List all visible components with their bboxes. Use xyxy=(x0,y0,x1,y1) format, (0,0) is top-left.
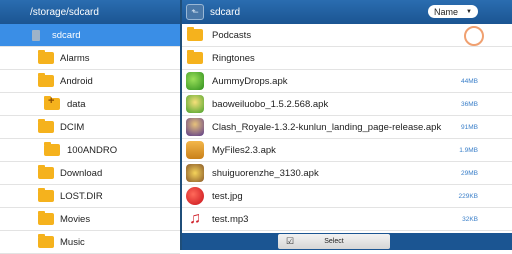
folder-icon xyxy=(186,26,204,44)
file-list-header: ⬑ sdcard Name ▼ xyxy=(182,0,512,24)
select-button[interactable]: ☑ Select xyxy=(278,234,390,249)
tree-item-label: data xyxy=(67,98,86,110)
file-size: 36MB xyxy=(461,100,478,108)
folder-icon xyxy=(44,142,60,156)
file-size: 1.9MB xyxy=(459,146,478,154)
tree-item-lost-dir[interactable]: LOST.DIR xyxy=(0,185,180,208)
checkbox-icon: ☑ xyxy=(286,236,295,246)
file-row-ringtones[interactable]: Ringtones xyxy=(182,47,512,70)
file-name: AummyDrops.apk xyxy=(212,75,288,87)
file-row-aummydrops[interactable]: AummyDrops.apk 44MB xyxy=(182,70,512,93)
sort-value: Name xyxy=(434,6,459,17)
folder-plus-icon xyxy=(44,95,60,110)
tree-item-sdcard[interactable]: sdcard xyxy=(0,24,180,47)
file-name: Podcasts xyxy=(212,29,252,41)
folder-icon xyxy=(38,73,54,87)
file-name: shuiguorenzhe_3130.apk xyxy=(212,167,319,179)
tree-item-data[interactable]: data xyxy=(0,93,180,116)
multi-select-toggle[interactable] xyxy=(464,26,484,46)
file-size: 91MB xyxy=(461,123,478,131)
tree-item-100andro[interactable]: 100ANDRO xyxy=(0,139,180,162)
music-note-icon: ♫ xyxy=(189,210,201,227)
back-arrow-icon: ⬑ xyxy=(191,6,199,17)
file-row-myfiles[interactable]: MyFiles2.3.apk 1.9MB xyxy=(182,139,512,162)
tree-item-label: Movies xyxy=(60,213,91,225)
file-name: test.jpg xyxy=(212,190,243,202)
bottom-bar: ☑ Select xyxy=(182,233,512,250)
tree-item-label: Music xyxy=(60,236,85,248)
tree-item-label: LOST.DIR xyxy=(60,190,103,202)
image-icon xyxy=(186,187,204,205)
path-bar: /storage/sdcard xyxy=(0,0,180,24)
folder-icon xyxy=(38,211,54,225)
folder-icon xyxy=(38,165,54,179)
tree-item-label: Download xyxy=(60,167,103,179)
game-app-icon xyxy=(186,118,204,136)
file-row-podcasts[interactable]: Podcasts xyxy=(182,24,512,47)
tree-item-movies[interactable]: Movies xyxy=(0,208,180,231)
file-row-test-jpg[interactable]: test.jpg 229KB xyxy=(182,185,512,208)
back-button[interactable]: ⬑ xyxy=(186,4,204,20)
file-size: 29MB xyxy=(461,169,478,177)
folder-icon xyxy=(38,234,54,248)
game-app-icon xyxy=(186,72,204,90)
tree-item-label: DCIM xyxy=(60,121,85,133)
apk-icon xyxy=(186,141,204,159)
tree-item-label: sdcard xyxy=(52,29,81,41)
current-path: /storage/sdcard xyxy=(30,6,99,18)
file-row-clash-royale[interactable]: Clash_Royale-1.3.2-kunlun_landing_page-r… xyxy=(182,116,512,139)
tree-item-android[interactable]: Android xyxy=(0,70,180,93)
file-name: baoweiluobo_1.5.2.568.apk xyxy=(212,98,329,110)
tree-item-dcim[interactable]: DCIM xyxy=(0,116,180,139)
file-size: 44MB xyxy=(461,77,478,85)
chevron-down-icon: ▼ xyxy=(466,8,472,15)
file-name: Ringtones xyxy=(212,52,255,64)
folder-icon xyxy=(38,119,54,133)
tree-item-label: Android xyxy=(60,75,93,87)
file-name: Clash_Royale-1.3.2-kunlun_landing_page-r… xyxy=(212,121,442,133)
file-row-test-mp3[interactable]: ♫ test.mp3 32KB xyxy=(182,208,512,231)
file-size: 229KB xyxy=(458,192,478,200)
file-row-shuiguorenzhe[interactable]: shuiguorenzhe_3130.apk 29MB xyxy=(182,162,512,185)
folder-icon xyxy=(38,50,54,64)
folder-title: sdcard xyxy=(210,6,241,18)
file-row-baoweiluobo[interactable]: baoweiluobo_1.5.2.568.apk 36MB xyxy=(182,93,512,116)
tree-item-label: 100ANDRO xyxy=(67,144,118,156)
file-list-panel: ⬑ sdcard Name ▼ Podcasts Ringtones Aummy… xyxy=(182,0,512,250)
tree-item-label: Alarms xyxy=(60,52,90,64)
game-app-icon xyxy=(186,95,204,113)
folder-icon xyxy=(38,188,54,202)
tree-item-music[interactable]: Music xyxy=(0,231,180,254)
sort-dropdown[interactable]: Name ▼ xyxy=(428,5,478,18)
sdcard-icon xyxy=(32,29,40,41)
game-app-icon xyxy=(186,164,204,182)
file-name: test.mp3 xyxy=(212,213,249,225)
folder-tree-panel: /storage/sdcard sdcard Alarms Android da… xyxy=(0,0,180,254)
tree-item-alarms[interactable]: Alarms xyxy=(0,47,180,70)
select-label: Select xyxy=(324,238,344,245)
folder-icon xyxy=(186,49,204,67)
file-size: 32KB xyxy=(462,215,478,223)
tree-item-download[interactable]: Download xyxy=(0,162,180,185)
file-name: MyFiles2.3.apk xyxy=(212,144,276,156)
